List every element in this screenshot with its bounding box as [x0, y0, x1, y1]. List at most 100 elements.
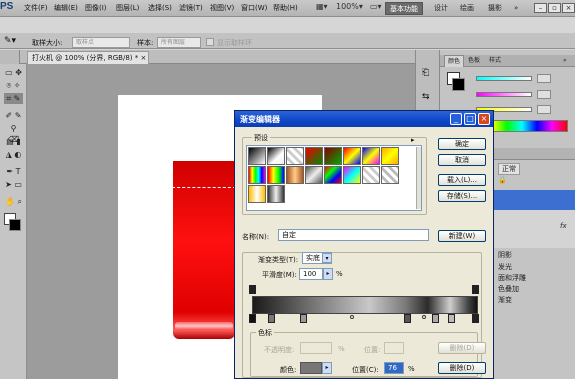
eyedropper-icon[interactable]: ⌗ ✎ — [4, 93, 23, 104]
foreground-color-swatch[interactable] — [9, 219, 21, 231]
gradient-preview-bar[interactable] — [252, 296, 478, 314]
zoom-level[interactable]: 100%▾ — [336, 2, 363, 14]
g-slider[interactable] — [476, 92, 532, 97]
menu-select[interactable]: 选择(S) — [148, 3, 172, 13]
menu-image[interactable]: 图像(I) — [85, 3, 107, 13]
document-tab[interactable]: 打火机 @ 100% (分界, RGB/8) * × — [27, 51, 149, 64]
workspace-more[interactable]: » — [510, 2, 522, 15]
stop-color-swatch[interactable] — [300, 362, 322, 374]
color-stop[interactable] — [432, 314, 439, 323]
preset-swatch[interactable] — [267, 166, 285, 184]
effect-shadow[interactable]: 阴影 — [498, 250, 512, 260]
dialog-maximize-button[interactable]: □ — [464, 113, 476, 125]
name-input[interactable]: 自定 — [278, 229, 429, 241]
save-button[interactable]: 存储(S)... — [438, 190, 486, 202]
eyedropper-tool-icon[interactable]: ✎▾ — [4, 36, 16, 46]
effect-gradient[interactable]: 渐变 — [498, 295, 512, 305]
menu-layer[interactable]: 图层(L) — [116, 3, 139, 13]
preset-swatch[interactable] — [381, 147, 399, 165]
color-stop[interactable] — [300, 314, 307, 323]
menu-window[interactable]: 窗口(W) — [241, 3, 267, 13]
color-stop[interactable] — [472, 314, 479, 323]
dialog-close-button[interactable]: × — [478, 113, 490, 125]
brush-tool-icon[interactable]: ✐ ✎ — [4, 110, 23, 121]
color-stop[interactable] — [404, 314, 411, 323]
menu-file[interactable]: 文件(F) — [24, 3, 48, 13]
preset-swatch[interactable] — [343, 166, 361, 184]
effect-glow[interactable]: 发光 — [498, 262, 512, 272]
preset-swatch[interactable] — [343, 147, 361, 165]
preset-swatch[interactable] — [267, 147, 285, 165]
workspace-essentials[interactable]: 基本功能 — [385, 2, 423, 15]
preset-swatch[interactable] — [267, 185, 285, 203]
show-ring-checkbox[interactable] — [206, 38, 214, 46]
load-button[interactable]: 载入(L)... — [438, 174, 486, 186]
close-tab-icon[interactable]: × — [140, 54, 146, 62]
presets-scrollbar[interactable] — [416, 147, 421, 209]
g-value[interactable] — [537, 90, 551, 99]
preset-swatch[interactable] — [286, 147, 304, 165]
effect-color-overlay[interactable]: 色叠加 — [498, 284, 519, 294]
workspace-photography[interactable]: 摄影 — [484, 2, 506, 15]
b-value[interactable] — [537, 105, 551, 114]
menu-edit[interactable]: 编辑(E) — [54, 3, 78, 13]
history-icon[interactable]: ⎗ — [422, 68, 429, 78]
preset-swatch[interactable] — [362, 166, 380, 184]
sample-size-select[interactable]: 取样点 — [72, 37, 130, 48]
lasso-tool-icon[interactable]: ⌾ ✧ — [4, 80, 23, 91]
color-delete-button[interactable]: 删除(D) — [438, 362, 486, 374]
smoothness-dropdown-icon[interactable]: ▸ — [323, 268, 333, 280]
restore-button[interactable]: ▫ — [548, 3, 561, 13]
preset-swatch[interactable] — [324, 147, 342, 165]
adjustments-icon[interactable]: ⇆ — [422, 92, 430, 102]
path-tool-icon[interactable]: ➤ ▭ — [4, 179, 23, 190]
opacity-stop[interactable] — [472, 285, 479, 294]
preset-swatch[interactable] — [248, 185, 266, 203]
workspace-painting[interactable]: 绘画 — [456, 2, 478, 15]
dialog-minimize-button[interactable]: _ — [450, 113, 462, 125]
tab-color[interactable]: 颜色 — [444, 55, 465, 67]
stamp-tool-icon[interactable]: ⚲ ⌫ — [4, 123, 23, 144]
color-stop[interactable] — [249, 314, 256, 323]
cancel-button[interactable]: 取消 — [438, 154, 486, 166]
layer-row-selected[interactable] — [494, 190, 575, 210]
smoothness-input[interactable]: 100 — [299, 268, 323, 280]
color-location-input[interactable]: 76 — [384, 362, 404, 374]
new-button[interactable]: 新建(W) — [438, 230, 486, 242]
preset-swatch[interactable] — [305, 166, 323, 184]
r-slider[interactable] — [476, 76, 532, 81]
preset-swatch[interactable] — [248, 147, 266, 165]
panel-fg-color[interactable] — [452, 78, 465, 91]
blend-mode-select[interactable]: 正常 — [498, 163, 520, 175]
preset-swatch[interactable] — [248, 166, 266, 184]
r-value[interactable] — [537, 74, 551, 83]
preset-swatch[interactable] — [286, 166, 304, 184]
preset-swatch[interactable] — [324, 166, 342, 184]
blur-tool-icon[interactable]: ◮ ◐ — [4, 149, 23, 160]
preset-swatch[interactable] — [362, 147, 380, 165]
sample-select[interactable]: 所有图层 — [157, 37, 201, 48]
type-tool-icon[interactable]: ✒ T — [4, 166, 23, 177]
preset-swatch[interactable] — [381, 166, 399, 184]
opacity-stop[interactable] — [249, 285, 256, 294]
tab-styles[interactable]: 样式 — [486, 55, 504, 67]
midpoint-marker[interactable] — [350, 315, 354, 319]
gradient-type-dropdown-icon[interactable]: ▾ — [322, 253, 332, 263]
minimize-button[interactable]: – — [534, 3, 547, 13]
menu-filter[interactable]: 滤镜(T) — [179, 3, 203, 13]
menu-view[interactable]: 视图(V) — [210, 3, 234, 13]
color-stop[interactable] — [268, 314, 275, 323]
color-stop[interactable] — [448, 314, 455, 323]
panel-menu-button[interactable]: » — [560, 55, 570, 67]
move-tool-icon[interactable]: ▭ ✥ — [4, 67, 23, 78]
arrange-icon[interactable]: ▭▾ — [370, 2, 382, 14]
presets-menu-icon[interactable]: ▸ — [411, 136, 415, 144]
menu-help[interactable]: 帮助(H) — [273, 3, 298, 13]
stop-color-dropdown-icon[interactable]: ▸ — [322, 362, 332, 374]
close-app-button[interactable]: × — [562, 3, 575, 13]
tab-swatches[interactable]: 色板 — [465, 55, 483, 67]
preset-swatch[interactable] — [305, 147, 323, 165]
workspace-design[interactable]: 设计 — [430, 2, 452, 15]
effect-emboss[interactable]: 面和浮雕 — [498, 273, 526, 283]
hand-tool-icon[interactable]: ✋ ⌕ — [4, 196, 23, 207]
